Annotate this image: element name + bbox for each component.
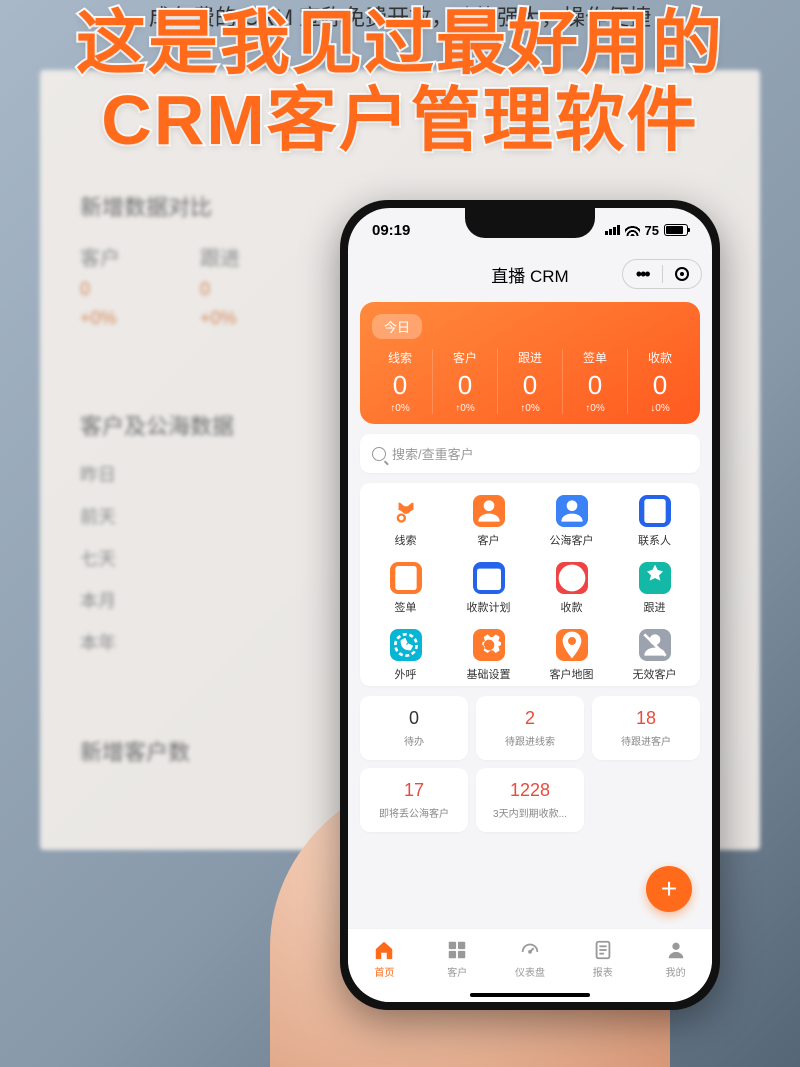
battery-pct: 75 — [645, 223, 659, 238]
cards-grid: 0 待办2 待跟进线索18 待跟进客户 17 即将丢公海客户1228 3天内到期收… — [360, 696, 700, 832]
fab-add-button[interactable]: + — [646, 866, 692, 912]
card-即将丢公海客户[interactable]: 17 即将丢公海客户 — [360, 768, 468, 832]
module-跟进[interactable]: 跟进 — [613, 562, 696, 615]
tab-报表[interactable]: 报表 — [566, 929, 639, 988]
person-icon — [556, 495, 588, 527]
contact-icon — [639, 495, 671, 527]
call-icon — [390, 629, 422, 661]
search-input[interactable]: 搜索/查重客户 — [360, 434, 700, 473]
card-待跟进客户[interactable]: 18 待跟进客户 — [592, 696, 700, 760]
stat-签单[interactable]: 签单 0 0% — [562, 349, 627, 414]
module-无效客户[interactable]: 无效客户 — [613, 629, 696, 682]
signal-icon — [605, 225, 620, 235]
module-签单[interactable]: 签单 — [364, 562, 447, 615]
grid-icon — [446, 939, 468, 961]
module-基础设置[interactable]: 基础设置 — [447, 629, 530, 682]
phone-frame: 09:19 75 直播 CRM ••• 今日 线索 0 0% 客户 0 0% 跟… — [340, 200, 720, 1010]
money-icon: ¥ — [556, 562, 588, 594]
tab-我的[interactable]: 我的 — [639, 929, 712, 988]
capsule[interactable]: ••• — [622, 259, 702, 289]
miniprogram-header: 直播 CRM ••• — [348, 252, 712, 296]
search-placeholder: 搜索/查重客户 — [392, 444, 474, 463]
stat-客户[interactable]: 客户 0 0% — [432, 349, 497, 414]
module-客户[interactable]: 客户 — [447, 495, 530, 548]
battery-icon — [664, 224, 688, 236]
headline: 这是我见过最好用的 CRM客户管理软件 — [0, 5, 800, 159]
module-联系人[interactable]: 联系人 — [613, 495, 696, 548]
person-icon — [473, 495, 505, 527]
module-外呼[interactable]: 外呼 — [364, 629, 447, 682]
tab-首页[interactable]: 首页 — [348, 929, 421, 988]
invalid-icon — [639, 629, 671, 661]
tab-bar: 首页 客户 仪表盘 报表 我的 — [348, 928, 712, 1002]
module-客户地图[interactable]: 客户地图 — [530, 629, 613, 682]
me-icon — [665, 939, 687, 961]
calendar-icon — [473, 562, 505, 594]
pin-icon — [556, 629, 588, 661]
dash-icon — [519, 939, 541, 961]
capsule-menu-icon[interactable]: ••• — [623, 260, 662, 288]
card-待跟进线索[interactable]: 2 待跟进线索 — [476, 696, 584, 760]
wifi-icon — [625, 225, 640, 236]
today-card[interactable]: 今日 线索 0 0% 客户 0 0% 跟进 0 0% 签单 0 0% 收款 0 … — [360, 302, 700, 424]
module-收款[interactable]: ¥ 收款 — [530, 562, 613, 615]
home-indicator — [470, 993, 590, 997]
svg-text:¥: ¥ — [566, 570, 576, 587]
card-待办[interactable]: 0 待办 — [360, 696, 468, 760]
tab-仪表盘[interactable]: 仪表盘 — [494, 929, 567, 988]
app-title: 直播 CRM — [491, 262, 568, 287]
status-time: 09:19 — [372, 222, 410, 239]
card-3天内到期收款...[interactable]: 1228 3天内到期收款... — [476, 768, 584, 832]
stat-收款[interactable]: 收款 0 0% — [627, 349, 692, 414]
gear-icon — [473, 629, 505, 661]
phone-notch — [465, 208, 595, 238]
module-收款计划[interactable]: 收款计划 — [447, 562, 530, 615]
follow-icon — [639, 562, 671, 594]
stat-线索[interactable]: 线索 0 0% — [368, 349, 432, 414]
doc-icon — [592, 939, 614, 961]
clue-icon — [390, 495, 422, 527]
tab-客户[interactable]: 客户 — [421, 929, 494, 988]
module-线索[interactable]: 线索 — [364, 495, 447, 548]
search-icon — [372, 447, 386, 461]
check-icon — [390, 562, 422, 594]
today-chip[interactable]: 今日 — [372, 314, 422, 339]
stat-跟进[interactable]: 跟进 0 0% — [497, 349, 562, 414]
module-公海客户[interactable]: 公海客户 — [530, 495, 613, 548]
module-grid: 线索 客户 公海客户 联系人 签单 收款计划¥ 收款 跟进 外呼 基础设置 客户… — [360, 483, 700, 686]
capsule-close-icon[interactable] — [663, 260, 702, 288]
home-icon — [373, 939, 395, 961]
